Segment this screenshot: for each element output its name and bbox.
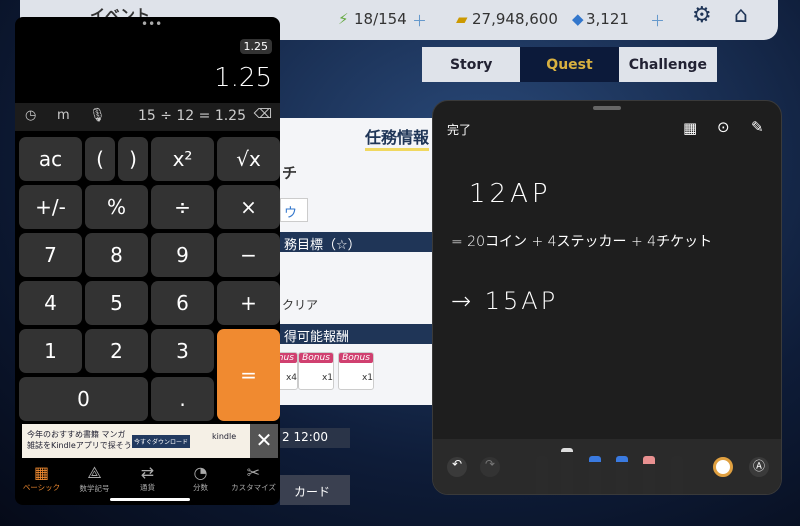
history-icon[interactable]: ◷ xyxy=(25,108,36,123)
key-multiply[interactable]: × xyxy=(217,185,280,229)
tab-label: 分数 xyxy=(193,483,208,492)
drawing-toolbar: ↶ ↷ Ⓐ xyxy=(433,439,781,494)
key-4[interactable]: 4 xyxy=(19,281,82,325)
calculator-display: 1.25 xyxy=(214,63,272,93)
tab-icon: ⇄ xyxy=(140,463,155,482)
key-3[interactable]: 3 xyxy=(151,329,214,373)
home-icon[interactable]: ⌂ xyxy=(734,3,748,28)
notes-window: 完了 ▦ ⊙ ✎ 12AP = 20コイン + 4ステッカー + 4チケット →… xyxy=(432,100,782,495)
memory-button[interactable]: m xyxy=(57,108,70,123)
gem-value: 3,121 xyxy=(586,10,629,28)
key-7[interactable]: 7 xyxy=(19,233,82,277)
tab-label: 数学記号 xyxy=(79,484,110,493)
window-grabber[interactable] xyxy=(593,106,621,110)
key-percent[interactable]: % xyxy=(85,185,148,229)
markup-icon[interactable]: Ⓐ xyxy=(749,457,769,477)
bottom-tab[interactable]: ✂ カスタマイズ xyxy=(227,460,280,505)
key-ac[interactable]: ac xyxy=(19,137,82,181)
calculator-window: ••• 1.25 1.25 ◷ m 🎙 15 ÷ 12 = 1.25 ⌫ ac(… xyxy=(15,17,280,505)
handwritten-line: = 20コイン + 4ステッカー + 4チケット xyxy=(451,234,713,250)
window-grabber[interactable]: ••• xyxy=(141,17,162,31)
reward-qty: x4 xyxy=(285,373,297,383)
tab-icon: ⟁ xyxy=(87,463,102,482)
pencil-tool[interactable] xyxy=(616,456,628,494)
key-equals[interactable]: = xyxy=(217,329,280,421)
gem-icon: ◆ xyxy=(572,10,584,28)
more-icon[interactable]: ⊙ xyxy=(717,118,730,136)
objective-text: クリア xyxy=(282,298,319,312)
tab-story[interactable]: Story xyxy=(422,47,521,82)
coin-icon: ▰ xyxy=(456,10,468,28)
key-decimal[interactable]: . xyxy=(151,377,214,421)
marker-tool[interactable] xyxy=(561,448,573,494)
key-minus[interactable]: − xyxy=(217,233,280,277)
compose-icon[interactable]: ✎ xyxy=(751,118,764,136)
tab-label: ベーシック xyxy=(22,483,61,492)
ad-cta[interactable]: 今すぐダウンロード xyxy=(132,435,191,448)
tab-quest[interactable]: Quest xyxy=(520,47,619,82)
eraser-tool[interactable] xyxy=(643,456,655,494)
key-divide[interactable]: ÷ xyxy=(151,185,214,229)
key-sign[interactable]: +/- xyxy=(19,185,82,229)
game-tabs: Story Quest Challenge xyxy=(422,47,717,82)
grid-icon[interactable]: ▦ xyxy=(683,119,697,137)
ap-value: 18/154 xyxy=(354,10,407,28)
gear-icon[interactable]: ⚙ xyxy=(692,3,712,28)
history-badge[interactable]: 1.25 xyxy=(239,39,272,54)
ad-close-icon[interactable]: ✕ xyxy=(250,424,278,458)
bonus-badge: Bonus xyxy=(339,353,373,363)
tab-label: 通貨 xyxy=(140,483,155,492)
done-button[interactable]: 完了 xyxy=(447,121,471,138)
home-indicator xyxy=(110,498,190,501)
ad-brand: kindle xyxy=(212,432,237,441)
handwritten-line: 12AP xyxy=(469,179,552,209)
add-ap-button[interactable]: ＋ xyxy=(412,10,427,31)
backspace-icon[interactable]: ⌫ xyxy=(254,107,272,122)
key-5[interactable]: 5 xyxy=(85,281,148,325)
coin-value: 27,948,600 xyxy=(472,10,558,28)
tab-icon: ✂ xyxy=(246,463,261,482)
tab-icon: ◔ xyxy=(193,463,208,482)
expression-text: 15 ÷ 12 = 1.25 xyxy=(137,108,246,124)
reward-qty: x1 xyxy=(361,373,373,383)
redo-icon[interactable]: ↷ xyxy=(480,457,500,477)
key-9[interactable]: 9 xyxy=(151,233,214,277)
objective-header: 務目標（☆） xyxy=(280,232,432,253)
key-6[interactable]: 6 xyxy=(151,281,214,325)
key-square[interactable]: x² xyxy=(151,137,214,181)
microphone-icon[interactable]: 🎙 xyxy=(89,108,106,123)
key-2[interactable]: 2 xyxy=(85,329,148,373)
quest-name: チ xyxy=(282,164,298,182)
bonus-badge: Bonus xyxy=(299,353,333,363)
undo-icon[interactable]: ↶ xyxy=(447,457,467,477)
tab-label: カスタマイズ xyxy=(231,483,276,492)
add-gem-button[interactable]: ＋ xyxy=(650,10,665,31)
key-0[interactable]: 0 xyxy=(19,377,148,421)
key-close-paren[interactable]: ) xyxy=(118,137,148,181)
dialog-title: 任務情報 xyxy=(365,124,430,151)
key-1[interactable]: 1 xyxy=(19,329,82,373)
handwritten-line: → 15AP xyxy=(451,287,559,315)
key-plus[interactable]: + xyxy=(217,281,280,325)
reward-qty: x1 xyxy=(321,373,333,383)
key-8[interactable]: 8 xyxy=(85,233,148,277)
reward-item[interactable]: Bonus x1 xyxy=(298,352,334,390)
bottom-tab[interactable]: ▦ ベーシック xyxy=(15,460,68,505)
rewards-header: 得可能報酬 xyxy=(280,324,432,345)
highlighter-tool[interactable] xyxy=(589,456,601,494)
card-button[interactable]: カード xyxy=(280,475,350,505)
key-open-paren[interactable]: ( xyxy=(85,137,115,181)
color-picker[interactable] xyxy=(713,457,733,477)
tab-icon: ▦ xyxy=(33,463,50,482)
lasso-tool[interactable] xyxy=(671,456,683,494)
pen-tool[interactable] xyxy=(536,456,548,494)
ad-banner[interactable]: 今年のおすすめ書籍 マンガ 雑誌をKindleアプリで探そう 今すぐダウンロード… xyxy=(22,424,250,458)
tab-challenge[interactable]: Challenge xyxy=(618,47,717,82)
key-sqrt[interactable]: √x xyxy=(217,137,280,181)
reward-item[interactable]: Bonus x1 xyxy=(338,352,374,390)
ap-icon: ⚡ xyxy=(338,10,349,28)
quest-button[interactable]: ウ xyxy=(280,198,308,222)
time-label: 2 12:00 xyxy=(280,428,350,448)
